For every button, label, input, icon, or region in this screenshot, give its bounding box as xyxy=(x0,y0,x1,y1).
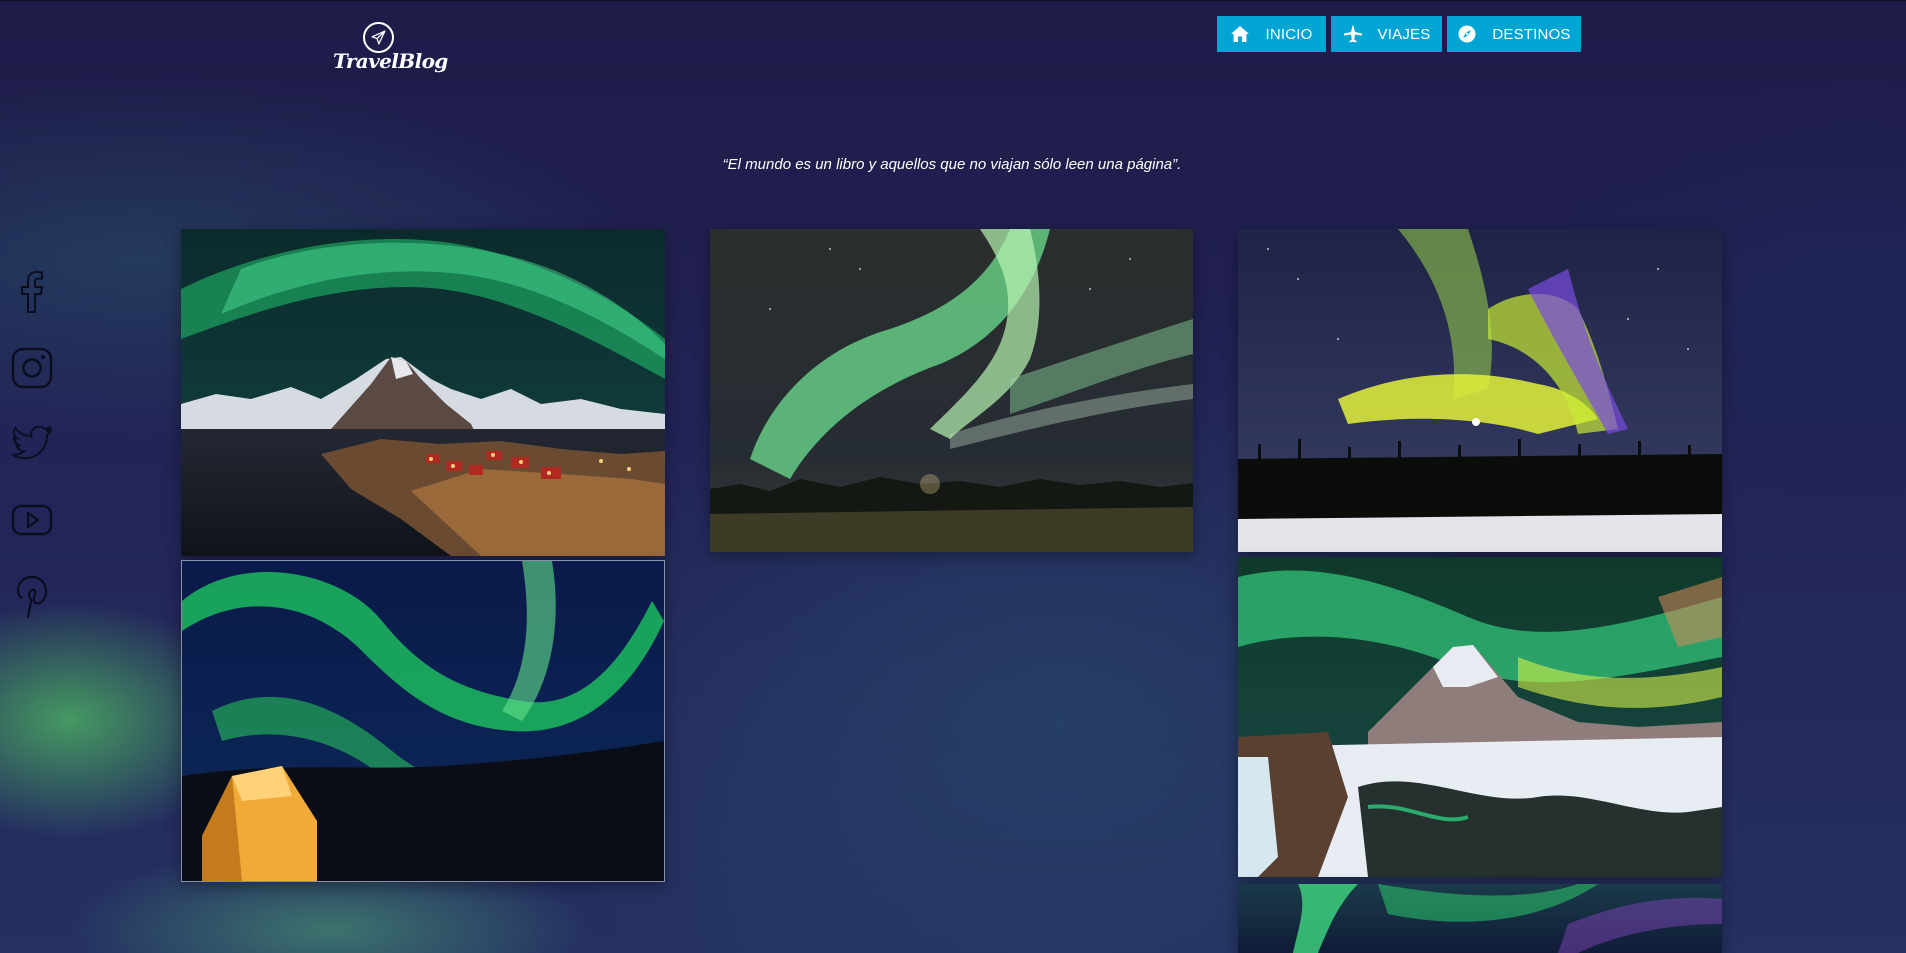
instagram-icon[interactable] xyxy=(10,346,54,390)
main-nav: INICIO VIAJES DESTINOS xyxy=(1217,16,1581,52)
youtube-icon[interactable] xyxy=(10,498,54,542)
logo-text: TravelBlog xyxy=(333,49,448,73)
nav-inicio-button[interactable]: INICIO xyxy=(1217,16,1326,52)
nav-viajes-label: VIAJES xyxy=(1377,25,1431,43)
yellow-green-aurora-over-snowy-forest-photo[interactable] xyxy=(1238,229,1722,552)
aurora-photo-partially-visible[interactable] xyxy=(1238,884,1722,953)
aurora-over-treeline-photo[interactable] xyxy=(710,229,1193,552)
pinterest-icon[interactable] xyxy=(10,574,54,618)
twitter-icon[interactable] xyxy=(10,422,54,466)
facebook-icon[interactable] xyxy=(10,270,54,314)
nav-destinos-button[interactable]: DESTINOS xyxy=(1447,16,1581,52)
aurora-over-fishing-village-photo[interactable] xyxy=(181,229,665,556)
home-icon xyxy=(1230,24,1250,44)
aurora-over-snowy-mountain-photo[interactable] xyxy=(1238,557,1722,877)
compass-icon xyxy=(1457,24,1477,44)
travelblog-logo[interactable]: TravelBlog xyxy=(333,21,448,81)
airplane-icon xyxy=(1343,24,1363,44)
top-edge xyxy=(0,0,1906,1)
aurora-over-lit-tent-photo[interactable] xyxy=(181,560,665,882)
nav-destinos-label: DESTINOS xyxy=(1492,25,1571,43)
travel-quote: “El mundo es un libro y aquellos que no … xyxy=(722,156,1182,173)
nav-inicio-label: INICIO xyxy=(1265,25,1313,43)
nav-viajes-button[interactable]: VIAJES xyxy=(1331,16,1442,52)
